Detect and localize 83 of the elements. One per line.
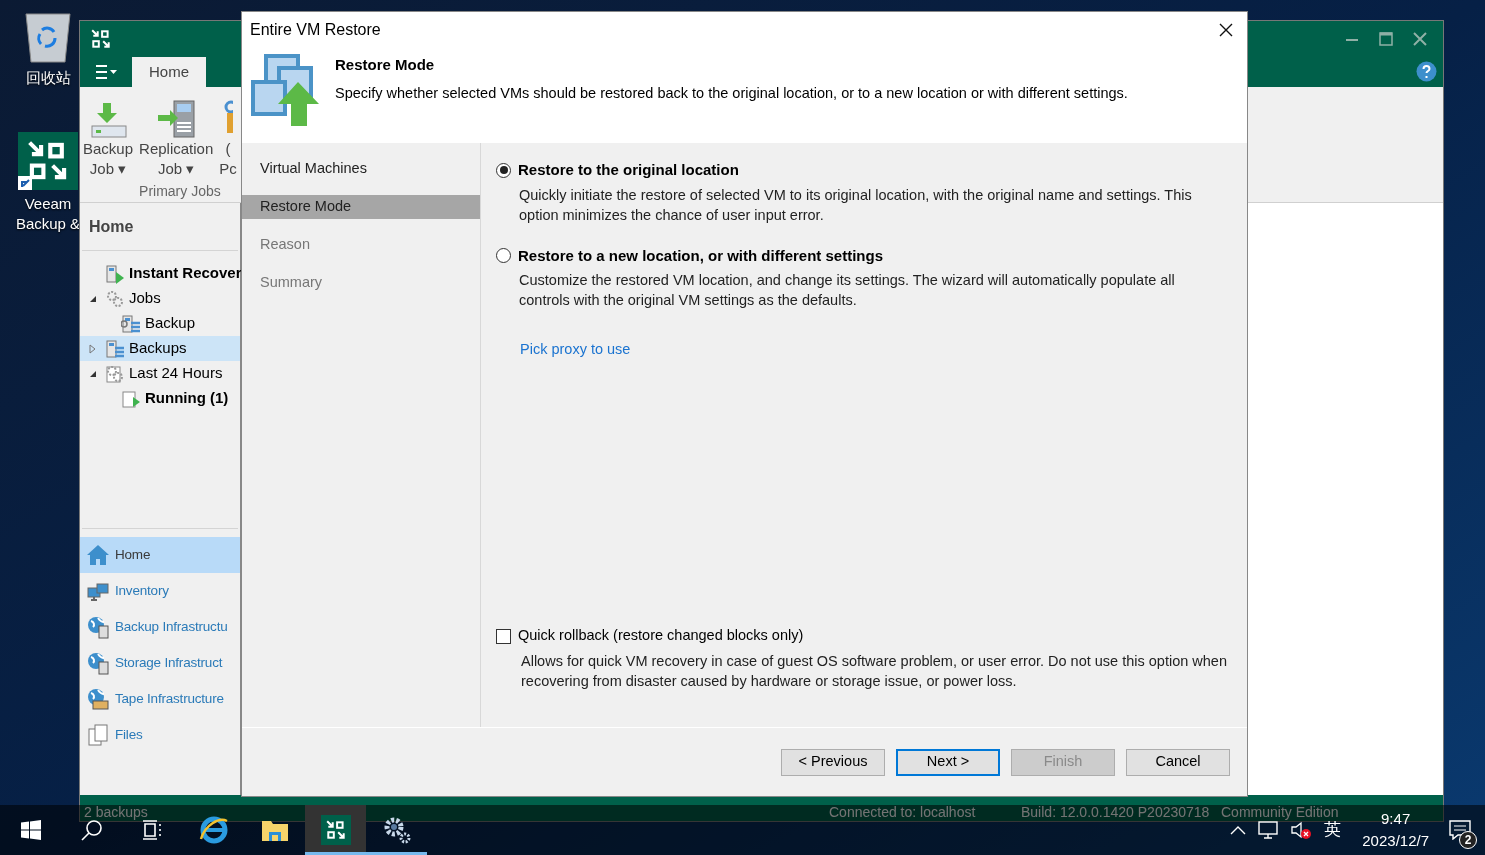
globe-server-icon xyxy=(86,615,110,639)
ribbon-group-label: Primary Jobs xyxy=(139,182,221,201)
collapsed-arrow-icon[interactable] xyxy=(88,343,97,354)
download-drive-icon xyxy=(89,101,127,139)
radio-button[interactable] xyxy=(496,162,511,178)
ribbon-button[interactable]: ( Pc xyxy=(216,97,240,179)
status-text: Connected to: localhost xyxy=(829,804,977,820)
tree-item[interactable]: Running (1) xyxy=(80,386,240,411)
wizard-step[interactable]: Virtual Machines xyxy=(242,157,480,181)
tree-label: Backup xyxy=(145,313,196,334)
rollback-checkbox[interactable]: Quick rollback (restore changed blocks only) xyxy=(496,625,1227,647)
documents-icon xyxy=(86,723,110,747)
nav-section[interactable]: Home xyxy=(80,537,240,573)
windows-logo-icon xyxy=(20,820,41,840)
desktop-icon-label: 回收站 xyxy=(24,68,72,88)
tree-item[interactable]: Backups xyxy=(80,336,240,361)
tree-label: Last 24 Hours xyxy=(129,363,223,384)
checkbox[interactable] xyxy=(496,628,511,644)
wizard-button[interactable]: Next > xyxy=(896,748,1000,776)
tree-label: Instant Recover xyxy=(129,263,242,284)
option-description: Customize the restored VM location, and change its settings. The wizard will automatically populate all controls with the original VM settings as the defaults. xyxy=(519,271,1176,310)
shortcut-arrow-icon xyxy=(18,176,32,190)
radio-button[interactable] xyxy=(496,248,511,264)
replication-server-icon xyxy=(156,99,197,139)
nav-section[interactable]: Inventory xyxy=(80,573,240,609)
gear-server-icon xyxy=(121,313,141,334)
veeam-shortcut-icon[interactable] xyxy=(18,132,78,190)
chevron-up-icon[interactable] xyxy=(1230,825,1247,835)
proxy-link[interactable]: Pick proxy to use xyxy=(520,339,631,361)
ime-indicator[interactable]: 英 xyxy=(1324,817,1342,843)
close-icon[interactable] xyxy=(1219,23,1233,37)
wizard-button[interactable]: Cancel xyxy=(1126,748,1230,776)
globe-storage-icon xyxy=(86,651,110,675)
restore-vm-icon xyxy=(251,54,321,128)
ribbon-button[interactable]: Backup Job ▾ xyxy=(80,97,137,179)
globe-tape-icon xyxy=(86,687,110,711)
help-icon[interactable] xyxy=(1416,61,1437,82)
tree-item[interactable]: Backup xyxy=(80,311,240,336)
notification-count: 2 xyxy=(1459,831,1477,849)
tree-item[interactable]: Instant Recover xyxy=(80,261,240,286)
taskbar-button[interactable] xyxy=(305,805,366,855)
clock[interactable]: 9:47 2023/12/7 xyxy=(1362,808,1429,852)
ribbon-tab[interactable]: Home xyxy=(132,57,206,87)
menu-icon xyxy=(96,64,118,79)
wizard-button[interactable]: < Previous xyxy=(781,748,885,776)
wizard-step[interactable]: Restore Mode xyxy=(242,195,480,219)
ribbon-button[interactable]: Replication Job ▾ xyxy=(136,97,217,179)
search-icon xyxy=(80,819,103,841)
rollback-description: Allows for quick VM recovery in case of guest OS software problem, or user error. Do not use this option when recovering from disaster caused by hardware or storage issue, or power loss. xyxy=(521,652,1227,691)
browser-e-icon xyxy=(198,815,229,845)
status-text: 2 backups xyxy=(84,804,149,820)
folder-icon xyxy=(260,818,289,842)
app-logo-icon xyxy=(90,27,112,50)
notifications-button[interactable]: 2 xyxy=(1435,805,1485,855)
status-text: Community Edition xyxy=(1221,804,1339,820)
document-play-icon xyxy=(121,388,141,409)
house-icon xyxy=(86,543,110,567)
nav-section[interactable]: Backup Infrastructu xyxy=(80,609,240,645)
radio-option[interactable]: Restore to a new location, or with different settings xyxy=(496,244,1227,267)
muted-speaker-icon[interactable] xyxy=(1290,820,1313,840)
panel-header: Home xyxy=(89,217,135,237)
server-play-icon xyxy=(105,263,125,284)
nav-section[interactable]: Storage Infrastruct xyxy=(80,645,240,681)
tree-label: Jobs xyxy=(129,288,161,309)
server-list-icon xyxy=(105,338,125,359)
status-text: Build: 12.0.0.1420 P20230718 xyxy=(1021,804,1211,820)
dialog-title: Entire VM Restore xyxy=(250,20,381,40)
tree-label: Backups xyxy=(129,338,187,359)
task-view-icon xyxy=(141,820,164,840)
nav-section[interactable]: Files xyxy=(80,717,240,753)
option-description: Quickly initiate the restore of selected VM to its original location, with the original name and settings. This option minimizes the chance of user input error. xyxy=(519,185,1193,225)
tree-label: Running (1) xyxy=(145,388,229,409)
step-title: Restore Mode xyxy=(335,55,436,75)
tree-item[interactable]: Jobs xyxy=(80,286,240,311)
expanded-arrow-icon[interactable] xyxy=(88,369,97,378)
maximize-icon[interactable] xyxy=(1379,31,1393,46)
step-description: Specify whether selected VMs should be restored back to the original location, or to a new location or with different settings. xyxy=(335,83,1128,103)
desktop-icon-label: Veeam Backup & xyxy=(14,194,82,234)
radio-option[interactable]: Restore to the original location xyxy=(496,159,1227,182)
network-icon[interactable] xyxy=(1258,820,1281,840)
nav-section[interactable]: Tape Infrastructure xyxy=(80,681,240,717)
tree-item[interactable]: Last 24 Hours xyxy=(80,361,240,386)
expanded-arrow-icon[interactable] xyxy=(88,294,97,303)
